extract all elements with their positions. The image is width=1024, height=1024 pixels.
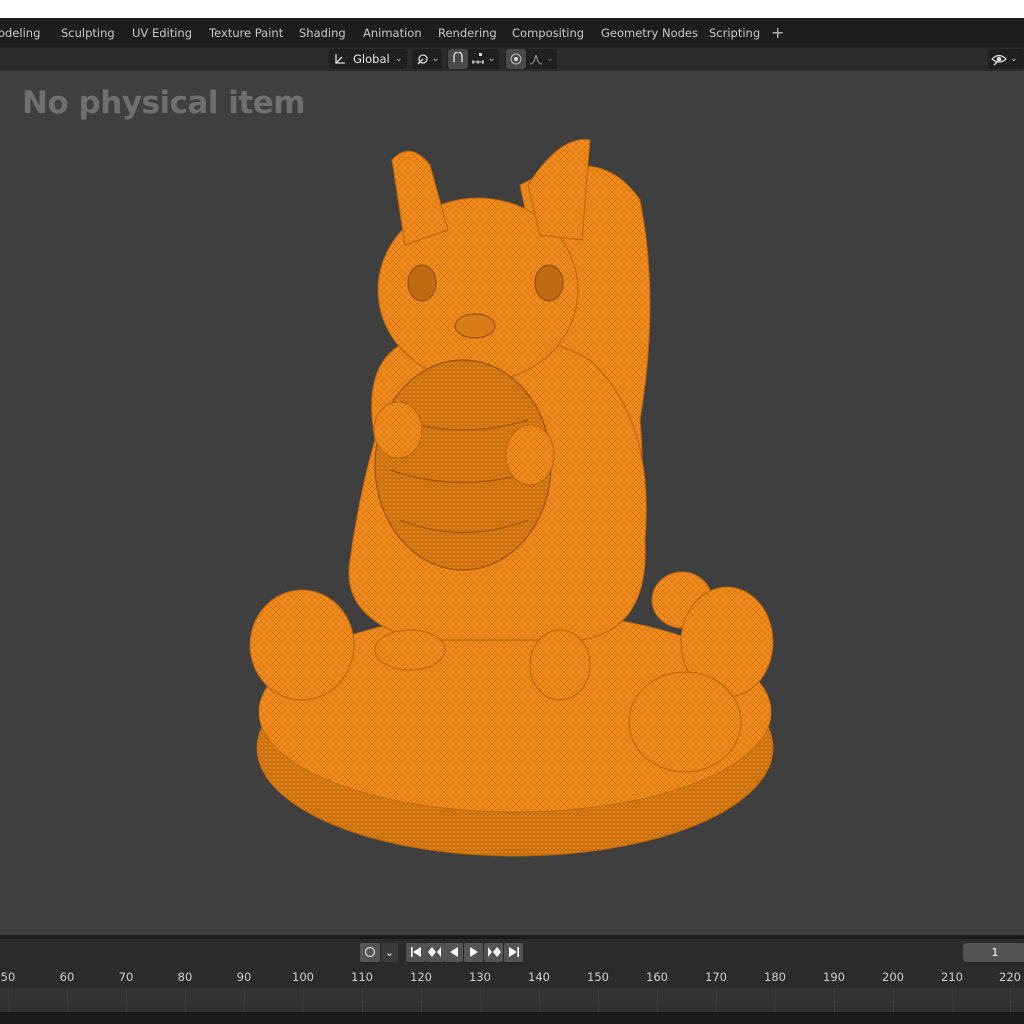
grid-line [8,988,9,1012]
grid-line [775,988,776,1012]
grid-line [716,988,717,1012]
ruler-label: 50 [0,970,16,984]
ruler-label: 170 [705,970,727,984]
tab-geometry-nodes[interactable]: Geometry Nodes [601,18,698,47]
visibility-dropdown[interactable]: ⌄ [988,49,1024,69]
frame-ruler[interactable]: 50 60 70 80 90 100 110 120 130 140 150 1… [0,966,1024,988]
snapping-controls[interactable]: ⌄ [447,49,499,69]
grid-line [421,988,422,1012]
play-reverse-icon[interactable] [444,943,463,962]
ruler-label: 80 [177,970,193,984]
chevron-down-icon: ⌄ [488,54,496,64]
chevron-down-icon: ⌄ [546,54,554,64]
proportional-edit-icon[interactable] [506,49,526,69]
grid-line [952,988,953,1012]
pivot-icon [415,49,431,69]
grid-line [362,988,363,1012]
track-channel [0,988,1024,1007]
viewport-header: Global ⌄ ⌄ ⌄ ⌄ ⌄ [0,47,1024,71]
tab-shading[interactable]: Shading [299,18,346,47]
ruler-label: 90 [236,970,252,984]
squirrel-model[interactable] [0,71,1024,935]
eye-icon [990,49,1008,69]
ruler-label: 140 [528,970,550,984]
grid-line [539,988,540,1012]
tab-animation[interactable]: Animation [363,18,422,47]
tab-compositing[interactable]: Compositing [512,18,584,47]
timeline-track-area[interactable] [0,988,1024,1012]
falloff-curve-icon[interactable] [528,49,544,69]
ruler-label: 120 [410,970,432,984]
chevron-down-icon[interactable]: ⌄ [381,943,398,962]
snap-increment-icon[interactable] [470,49,486,69]
ruler-label: 160 [646,970,668,984]
transform-orientation-label: Global [353,52,390,66]
ruler-label: 100 [292,970,314,984]
chevron-down-icon: ⌄ [395,54,403,64]
grid-line [480,988,481,1012]
tab-sculpting[interactable]: Sculpting [61,18,115,47]
magnet-icon[interactable] [448,49,468,69]
grid-line [657,988,658,1012]
top-window-strip [0,0,1024,18]
ruler-label: 210 [941,970,963,984]
ruler-label: 220 [999,970,1021,984]
timeline-header: ⌄ 1 [0,939,1024,966]
tab-scripting[interactable]: Scripting [709,18,760,47]
chevron-down-icon: ⌄ [1010,54,1018,64]
ruler-label: 70 [118,970,134,984]
jump-start-icon[interactable] [406,943,425,962]
grid-line [67,988,68,1012]
status-bar [0,1012,1024,1024]
3d-viewport[interactable]: No physical item [0,71,1024,935]
ruler-label: 190 [823,970,845,984]
tab-texture-paint[interactable]: Texture Paint [209,18,283,47]
axes-icon [332,49,348,69]
chevron-down-icon: ⌄ [432,54,440,64]
ruler-label: 110 [351,970,373,984]
ruler-label: 150 [587,970,609,984]
proportional-editing-controls[interactable]: ⌄ [505,49,557,69]
tab-rendering[interactable]: Rendering [438,18,497,47]
record-icon[interactable] [360,943,380,962]
grid-line [244,988,245,1012]
ruler-label: 200 [882,970,904,984]
pivot-point-dropdown[interactable]: ⌄ [412,49,442,69]
ruler-label: 180 [764,970,786,984]
ruler-label: 130 [469,970,491,984]
tab-modeling[interactable]: odeling [0,18,40,47]
prev-keyframe-icon[interactable] [425,943,444,962]
play-icon[interactable] [464,943,483,962]
ruler-label: 60 [59,970,75,984]
grid-line [1010,988,1011,1012]
tab-uv-editing[interactable]: UV Editing [132,18,192,47]
grid-line [893,988,894,1012]
grid-line [598,988,599,1012]
transform-orientation-dropdown[interactable]: Global ⌄ [329,49,407,69]
grid-line [834,988,835,1012]
grid-line [185,988,186,1012]
workspace-tab-bar: odeling Sculpting UV Editing Texture Pai… [0,18,1024,47]
add-workspace-button[interactable]: + [771,18,784,47]
grid-line [303,988,304,1012]
current-frame-field[interactable]: 1 [963,943,1024,962]
grid-line [126,988,127,1012]
jump-end-icon[interactable] [504,943,523,962]
next-keyframe-icon[interactable] [484,943,503,962]
